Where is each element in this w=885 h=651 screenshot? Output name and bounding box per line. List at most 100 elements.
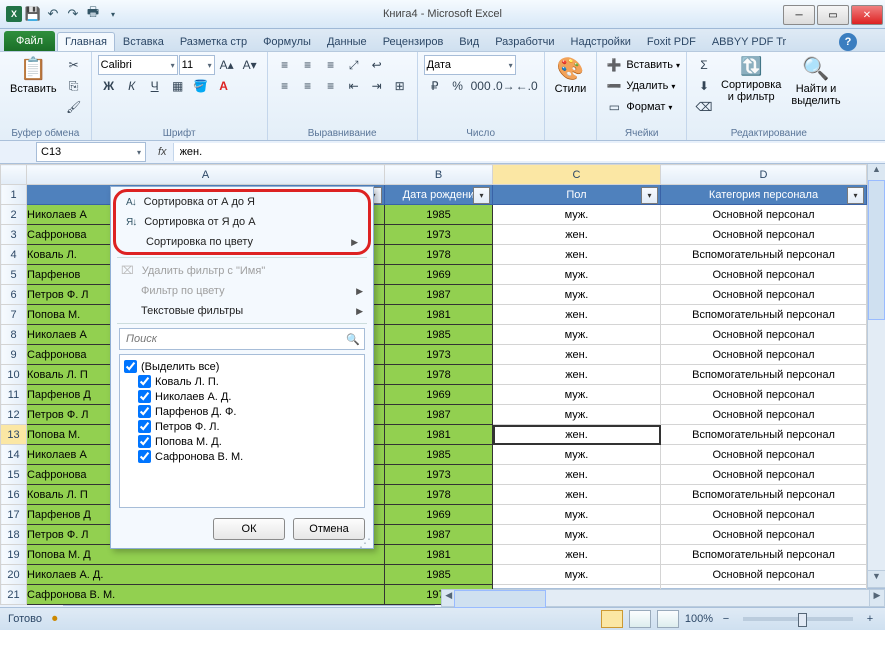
scroll-up-icon[interactable]: ▲ bbox=[868, 164, 885, 181]
close-button[interactable]: ✕ bbox=[851, 5, 883, 25]
col-header-D[interactable]: D bbox=[661, 165, 867, 185]
undo-icon[interactable]: ↶ bbox=[44, 5, 62, 23]
cell-sex[interactable]: муж. bbox=[493, 285, 661, 305]
cell-cat[interactable]: Вспомогательный персонал bbox=[661, 545, 867, 565]
sort-az-item[interactable]: А↓ Сортировка от А до Я bbox=[116, 192, 368, 212]
cells-insert-button[interactable]: ➕Вставить▾ bbox=[603, 55, 680, 75]
maximize-button[interactable]: ▭ bbox=[817, 5, 849, 25]
font-size-combo[interactable]: 11▾ bbox=[179, 55, 215, 75]
name-box[interactable]: C13▾ bbox=[36, 142, 146, 162]
cell-year[interactable]: 1985 bbox=[385, 205, 493, 225]
row-header[interactable]: 21 bbox=[1, 585, 27, 605]
tab-formulas[interactable]: Формулы bbox=[255, 32, 319, 51]
filter-item-checkbox[interactable] bbox=[138, 420, 151, 433]
autosum-icon[interactable]: Σ bbox=[693, 55, 715, 75]
minimize-button[interactable]: ─ bbox=[783, 5, 815, 25]
sort-color-item[interactable]: Сортировка по цвету ▶ bbox=[116, 232, 368, 252]
row-header[interactable]: 17 bbox=[1, 505, 27, 525]
row-header[interactable]: 2 bbox=[1, 205, 27, 225]
cell-sex[interactable]: жен. bbox=[493, 225, 661, 245]
row-header[interactable]: 11 bbox=[1, 385, 27, 405]
cell-sex[interactable]: жен. bbox=[493, 545, 661, 565]
align-center-icon[interactable]: ≡ bbox=[297, 76, 319, 96]
filter-search-box[interactable]: 🔍 bbox=[119, 328, 365, 350]
row-header[interactable]: 9 bbox=[1, 345, 27, 365]
cell-year[interactable]: 1978 bbox=[385, 245, 493, 265]
merge-icon[interactable]: ⊞ bbox=[389, 76, 411, 96]
cell-year[interactable]: 1978 bbox=[385, 365, 493, 385]
underline-icon[interactable]: Ч bbox=[144, 76, 166, 96]
bold-icon[interactable]: Ж bbox=[98, 76, 120, 96]
comma-icon[interactable]: 000 bbox=[470, 76, 492, 96]
cell-sex[interactable]: муж. bbox=[493, 525, 661, 545]
filter-item-checkbox[interactable] bbox=[138, 435, 151, 448]
cell-cat[interactable]: Основной персонал bbox=[661, 505, 867, 525]
tab-insert[interactable]: Вставка bbox=[115, 32, 172, 51]
cancel-button[interactable]: Отмена bbox=[293, 518, 365, 540]
file-tab[interactable]: Файл bbox=[4, 31, 55, 51]
cell-sex[interactable]: муж. bbox=[493, 405, 661, 425]
filter-item-checkbox[interactable] bbox=[138, 390, 151, 403]
wrap-text-icon[interactable]: ↩ bbox=[366, 55, 388, 75]
view-page-break-button[interactable] bbox=[657, 610, 679, 628]
row-header[interactable]: 16 bbox=[1, 485, 27, 505]
filter-button-year[interactable]: ▾ bbox=[473, 187, 490, 204]
fx-icon[interactable]: fx bbox=[158, 146, 167, 158]
align-left-icon[interactable]: ≡ bbox=[274, 76, 296, 96]
filter-item[interactable]: Попова М. Д. bbox=[138, 434, 360, 449]
cell-sex[interactable]: муж. bbox=[493, 385, 661, 405]
row-header[interactable]: 19 bbox=[1, 545, 27, 565]
sort-za-item[interactable]: Я↓ Сортировка от Я до А bbox=[116, 212, 368, 232]
cell-cat[interactable]: Вспомогательный персонал bbox=[661, 365, 867, 385]
cell-cat[interactable]: Основной персонал bbox=[661, 445, 867, 465]
border-icon[interactable]: ▦ bbox=[167, 76, 189, 96]
row-header-1[interactable]: 1 bbox=[1, 185, 27, 205]
scroll-thumb-h[interactable] bbox=[454, 590, 546, 608]
cell-year[interactable]: 1985 bbox=[385, 565, 493, 585]
cell-year[interactable]: 1987 bbox=[385, 525, 493, 545]
cell-sex[interactable]: жен. bbox=[493, 245, 661, 265]
fill-color-icon[interactable]: 🪣 bbox=[190, 76, 212, 96]
tab-view[interactable]: Вид bbox=[451, 32, 487, 51]
cell-cat[interactable]: Основной персонал bbox=[661, 345, 867, 365]
orientation-icon[interactable]: ⤢ bbox=[343, 55, 365, 75]
macro-record-icon[interactable]: ⏺ bbox=[52, 613, 58, 626]
scroll-right-icon[interactable]: ▶ bbox=[869, 590, 884, 606]
find-select-button[interactable]: 🔍 Найти и выделить bbox=[787, 55, 844, 109]
cell-sex[interactable]: жен. bbox=[493, 425, 661, 445]
vertical-scrollbar[interactable]: ▲ ▼ bbox=[867, 164, 885, 588]
cell-sex[interactable]: жен. bbox=[493, 305, 661, 325]
align-bottom-icon[interactable]: ≡ bbox=[320, 55, 342, 75]
format-painter-icon[interactable]: 🖌 bbox=[63, 97, 85, 117]
filter-checklist[interactable]: (Выделить все) Коваль Л. П.Николаев А. Д… bbox=[119, 354, 365, 508]
text-filters-item[interactable]: Текстовые фильтры ▶ bbox=[111, 301, 373, 321]
cell-sex[interactable]: муж. bbox=[493, 205, 661, 225]
filter-search-input[interactable] bbox=[124, 332, 346, 346]
italic-icon[interactable]: К bbox=[121, 76, 143, 96]
cell-cat[interactable]: Вспомогательный персонал bbox=[661, 485, 867, 505]
shrink-font-icon[interactable]: A▾ bbox=[239, 55, 261, 75]
font-combo[interactable]: Calibri▾ bbox=[98, 55, 178, 75]
font-color-icon[interactable]: A bbox=[213, 76, 235, 96]
cell-sex[interactable]: муж. bbox=[493, 565, 661, 585]
cell-cat[interactable]: Основной персонал bbox=[661, 565, 867, 585]
cells-format-button[interactable]: ▭Формат▾ bbox=[603, 97, 680, 117]
copy-icon[interactable]: ⎘ bbox=[63, 76, 85, 96]
decrease-indent-icon[interactable]: ⇤ bbox=[343, 76, 365, 96]
inc-decimal-icon[interactable]: .0→ bbox=[493, 76, 515, 96]
scroll-down-icon[interactable]: ▼ bbox=[868, 570, 885, 588]
cell-cat[interactable]: Основной персонал bbox=[661, 325, 867, 345]
filter-item[interactable]: Парфенов Д. Ф. bbox=[138, 404, 360, 419]
cell-sex[interactable]: жен. bbox=[493, 465, 661, 485]
cell-year[interactable]: 1973 bbox=[385, 345, 493, 365]
cell-year[interactable]: 1981 bbox=[385, 545, 493, 565]
cell-cat[interactable]: Основной персонал bbox=[661, 225, 867, 245]
col-header-A[interactable]: A bbox=[27, 165, 385, 185]
row-header[interactable]: 14 bbox=[1, 445, 27, 465]
row-header[interactable]: 13 bbox=[1, 425, 27, 445]
row-header[interactable]: 4 bbox=[1, 245, 27, 265]
redo-icon[interactable]: ↷ bbox=[64, 5, 82, 23]
filter-button-sex[interactable]: ▾ bbox=[641, 187, 658, 204]
filter-item-checkbox[interactable] bbox=[138, 450, 151, 463]
cells-delete-button[interactable]: ➖Удалить▾ bbox=[603, 76, 680, 96]
